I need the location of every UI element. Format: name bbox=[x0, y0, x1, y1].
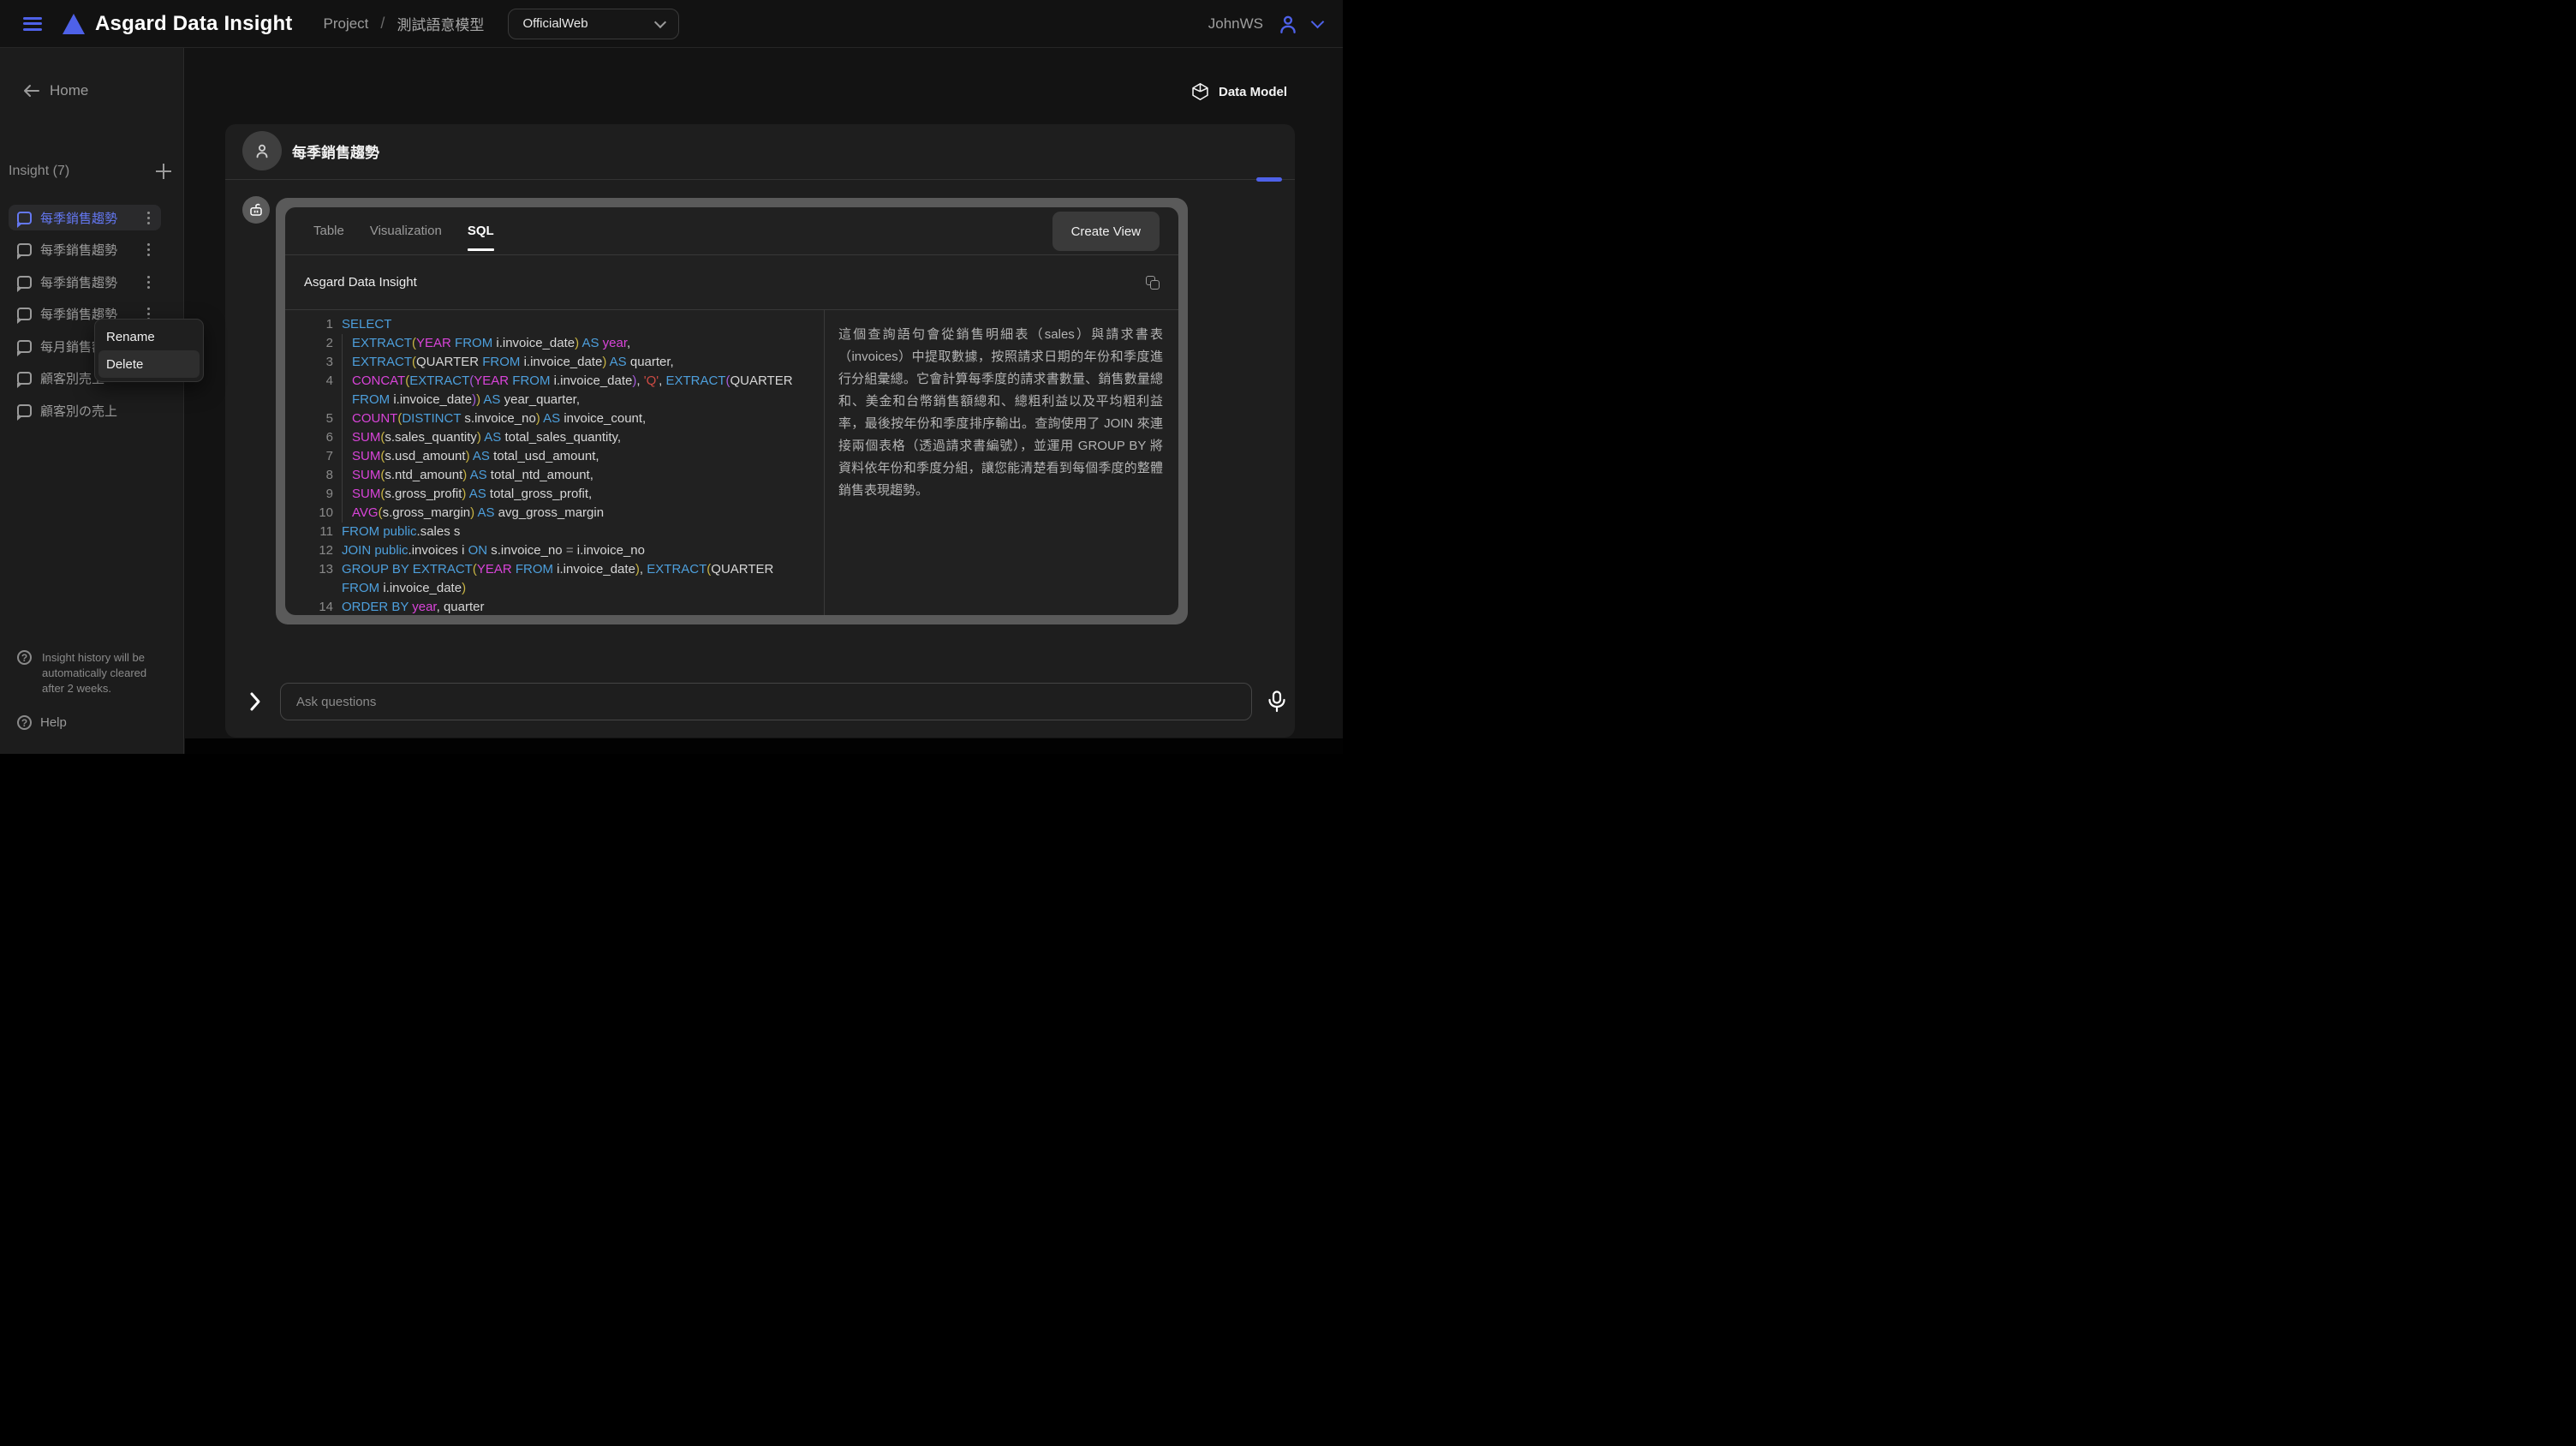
item-kebab-menu[interactable] bbox=[142, 212, 154, 224]
breadcrumb-separator: / bbox=[380, 15, 385, 33]
item-context-menu: Rename Delete bbox=[94, 319, 204, 382]
line-number: 2 bbox=[302, 334, 333, 353]
line-number: 13 bbox=[302, 560, 333, 598]
line-number: 6 bbox=[302, 428, 333, 447]
item-kebab-menu[interactable] bbox=[142, 276, 154, 289]
tab-visualization[interactable]: Visualization bbox=[370, 207, 442, 255]
result-card: Table Visualization SQL Create View Asga… bbox=[285, 207, 1178, 615]
home-button[interactable]: Home bbox=[22, 82, 88, 99]
tab-sql[interactable]: SQL bbox=[468, 207, 494, 255]
top-header: Asgard Data Insight Project / 測試語意模型 Off… bbox=[0, 0, 1343, 48]
user-name: JohnWS bbox=[1208, 15, 1263, 33]
insight-count-label: Insight (7) bbox=[9, 164, 69, 179]
chat-bubble-icon bbox=[17, 340, 32, 353]
ask-questions-input[interactable] bbox=[280, 683, 1252, 720]
result-tabs: Table Visualization SQL Create View bbox=[285, 207, 1178, 255]
line-number: 7 bbox=[302, 447, 333, 466]
data-model-label: Data Model bbox=[1219, 85, 1287, 99]
panel-divider bbox=[225, 179, 1295, 180]
info-question-icon: ? bbox=[17, 650, 32, 665]
chat-bubble-icon bbox=[17, 372, 32, 385]
line-number: 11 bbox=[302, 523, 333, 541]
back-arrow-icon bbox=[22, 84, 39, 98]
scrollbar-thumb[interactable] bbox=[1256, 177, 1282, 182]
line-number: 12 bbox=[302, 541, 333, 560]
breadcrumb: Project / 測試語意模型 bbox=[324, 13, 485, 34]
sql-code: 1SELECT2EXTRACT(YEAR FROM i.invoice_date… bbox=[285, 310, 824, 615]
line-number: 14 bbox=[302, 598, 333, 615]
chat-bubble-icon bbox=[17, 276, 32, 289]
context-menu-rename[interactable]: Rename bbox=[98, 323, 200, 350]
chevron-down-icon bbox=[654, 15, 666, 27]
sql-explanation-text: 這個查詢語句會從銷售明細表（sales）與請求書表（invoices）中提取數據… bbox=[838, 324, 1163, 502]
expand-chevron-icon[interactable] bbox=[249, 691, 261, 712]
sidebar-item-insight[interactable]: 顧客別の売上 bbox=[9, 397, 161, 423]
question-title: 每季銷售趨勢 bbox=[292, 140, 379, 162]
breadcrumb-section[interactable]: Project bbox=[324, 15, 369, 33]
breadcrumb-page[interactable]: 測試語意模型 bbox=[397, 13, 484, 34]
copy-icon[interactable] bbox=[1146, 276, 1160, 290]
create-view-button[interactable]: Create View bbox=[1052, 212, 1160, 251]
app-logo-icon bbox=[63, 14, 85, 34]
context-menu-delete[interactable]: Delete bbox=[98, 350, 200, 378]
help-question-icon: ? bbox=[17, 715, 32, 730]
app-root: Asgard Data Insight Project / 測試語意模型 Off… bbox=[0, 0, 1343, 754]
workspace-select[interactable]: OfficialWeb bbox=[508, 9, 679, 39]
cube-icon bbox=[1192, 83, 1208, 100]
sidebar-item-insight[interactable]: 每季銷售趨勢 bbox=[9, 236, 161, 262]
chat-bubble-icon bbox=[17, 212, 32, 224]
chat-bubble-icon bbox=[17, 308, 32, 320]
hamburger-menu-icon[interactable] bbox=[23, 17, 42, 31]
home-label: Home bbox=[50, 82, 88, 99]
sql-explanation-panel: 這個查詢語句會從銷售明細表（sales）與請求書表（invoices）中提取數據… bbox=[824, 310, 1178, 615]
line-number: 10 bbox=[302, 504, 333, 523]
conversation-panel: 每季銷售趨勢 Table Visualization SQL Create Vi… bbox=[225, 124, 1295, 738]
app-title: Asgard Data Insight bbox=[95, 12, 293, 36]
help-label: Help bbox=[40, 715, 67, 730]
new-insight-button[interactable] bbox=[156, 164, 171, 179]
sidebar-item-insight[interactable]: 每季銷售趨勢 bbox=[9, 269, 161, 295]
chat-bubble-icon bbox=[17, 243, 32, 256]
user-icon[interactable] bbox=[1277, 13, 1299, 35]
line-number: 3 bbox=[302, 353, 333, 372]
workspace-select-value: OfficialWeb bbox=[522, 16, 587, 31]
chat-bubble-icon bbox=[17, 404, 32, 417]
person-icon bbox=[253, 141, 271, 160]
data-model-button[interactable]: Data Model bbox=[1192, 83, 1287, 100]
microphone-icon[interactable] bbox=[1267, 690, 1286, 713]
sidebar-item-insight[interactable]: 每季銷售趨勢 bbox=[9, 205, 161, 230]
robot-icon bbox=[248, 202, 264, 218]
line-number: 5 bbox=[302, 409, 333, 428]
user-menu-chevron-icon[interactable] bbox=[1311, 15, 1325, 29]
help-button[interactable]: ? Help bbox=[17, 715, 170, 730]
sidebar: Home Insight (7) 每季銷售趨勢 每季銷售趨勢 每季銷售趨勢 每季… bbox=[0, 48, 184, 754]
result-card-frame: Table Visualization SQL Create View Asga… bbox=[276, 198, 1188, 624]
sql-panel-title: Asgard Data Insight bbox=[304, 275, 417, 290]
history-note: Insight history will be automatically cl… bbox=[42, 650, 162, 696]
tab-table[interactable]: Table bbox=[313, 207, 344, 255]
line-number: 9 bbox=[302, 485, 333, 504]
line-number: 1 bbox=[302, 315, 333, 334]
bottom-gutter bbox=[185, 738, 1343, 754]
item-kebab-menu[interactable] bbox=[142, 243, 154, 256]
user-avatar bbox=[242, 131, 282, 170]
bot-avatar bbox=[242, 196, 270, 224]
line-number: 8 bbox=[302, 466, 333, 485]
line-number: 4 bbox=[302, 372, 333, 409]
